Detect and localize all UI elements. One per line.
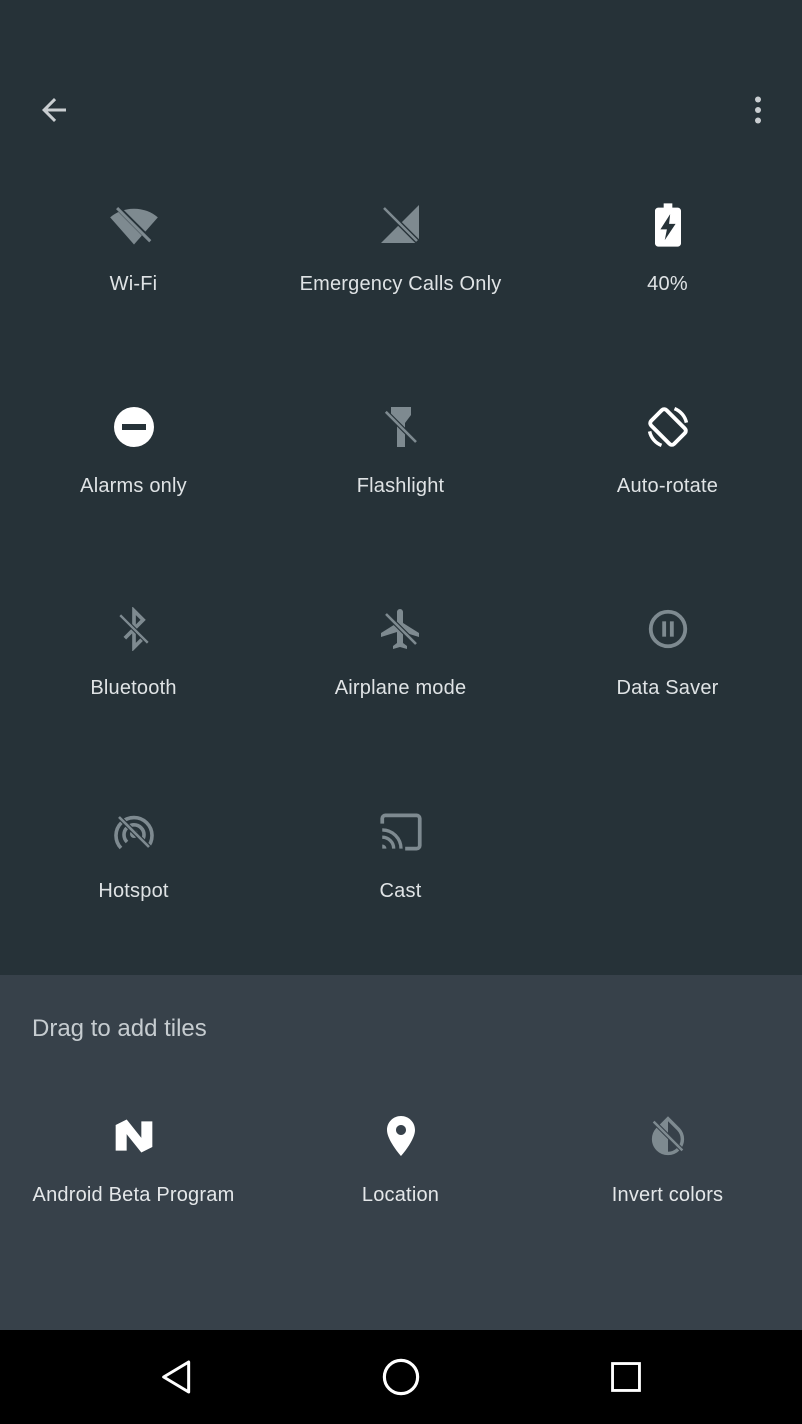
tile-location[interactable]: Location: [267, 1108, 534, 1278]
do-not-disturb-icon: [106, 399, 162, 455]
tile-android-beta[interactable]: Android Beta Program: [0, 1108, 267, 1278]
tile-label: Cast: [379, 880, 422, 902]
data-saver-icon: [640, 601, 696, 657]
circle-home-icon: [382, 1358, 420, 1396]
tile-data-saver[interactable]: Data Saver: [534, 601, 801, 771]
add-tiles-heading: Drag to add tiles: [32, 1015, 207, 1042]
tile-bluetooth[interactable]: Bluetooth: [0, 601, 267, 771]
tile-auto-rotate[interactable]: Auto-rotate: [534, 399, 801, 569]
square-recents-icon: [611, 1362, 641, 1392]
tile-flashlight[interactable]: Flashlight: [267, 399, 534, 569]
tile-wifi[interactable]: Wi-Fi: [0, 197, 267, 367]
nav-home-button[interactable]: [341, 1330, 461, 1424]
tile-alarms-only[interactable]: Alarms only: [0, 399, 267, 569]
wifi-off-icon: [106, 197, 162, 253]
airplane-off-icon: [373, 601, 429, 657]
tile-label: Wi-Fi: [109, 273, 158, 295]
nav-recents-button[interactable]: [566, 1330, 686, 1424]
back-button[interactable]: [24, 80, 84, 140]
battery-charging-icon: [640, 197, 696, 253]
tile-label: Flashlight: [356, 475, 445, 497]
tile-label: Airplane mode: [334, 677, 467, 699]
tile-label: 40%: [647, 273, 688, 295]
android-beta-icon: [106, 1108, 162, 1164]
tile-hotspot[interactable]: Hotspot: [0, 804, 267, 974]
navigation-bar: [0, 1330, 802, 1424]
arrow-back-icon: [42, 98, 66, 122]
flashlight-off-icon: [373, 399, 429, 455]
tile-label: Data Saver: [616, 677, 719, 699]
tile-invert-colors[interactable]: Invert colors: [534, 1108, 801, 1278]
tile-label: Location: [361, 1184, 440, 1206]
auto-rotate-icon: [640, 399, 696, 455]
triangle-back-icon: [162, 1360, 191, 1394]
tile-cast[interactable]: Cast: [267, 804, 534, 974]
hotspot-off-icon: [106, 804, 162, 860]
nav-back-button[interactable]: [117, 1330, 237, 1424]
overflow-menu-button[interactable]: [730, 80, 786, 140]
cast-icon: [373, 804, 429, 860]
tile-label: Alarms only: [80, 475, 187, 497]
tile-label: Bluetooth: [90, 677, 177, 699]
tile-airplane-mode[interactable]: Airplane mode: [267, 601, 534, 771]
active-tiles-panel: Wi-Fi Emergency Calls Only 40% Alarms on…: [0, 0, 802, 975]
more-vert-icon: [755, 96, 761, 124]
quick-settings-edit-screen: Wi-Fi Emergency Calls Only 40% Alarms on…: [0, 0, 802, 1424]
tile-label: Hotspot: [98, 880, 169, 902]
signal-off-icon: [373, 197, 429, 253]
tile-mobile-data[interactable]: Emergency Calls Only: [267, 197, 534, 367]
invert-colors-off-icon: [640, 1108, 696, 1164]
bluetooth-off-icon: [106, 601, 162, 657]
tile-label: Android Beta Program: [32, 1184, 235, 1206]
add-tiles-panel: Drag to add tiles Android Beta Program L…: [0, 975, 802, 1330]
tile-label: Emergency Calls Only: [299, 273, 502, 295]
tile-label: Invert colors: [611, 1184, 724, 1206]
tile-battery[interactable]: 40%: [534, 197, 801, 367]
location-pin-icon: [373, 1108, 429, 1164]
tile-label: Auto-rotate: [616, 475, 719, 497]
